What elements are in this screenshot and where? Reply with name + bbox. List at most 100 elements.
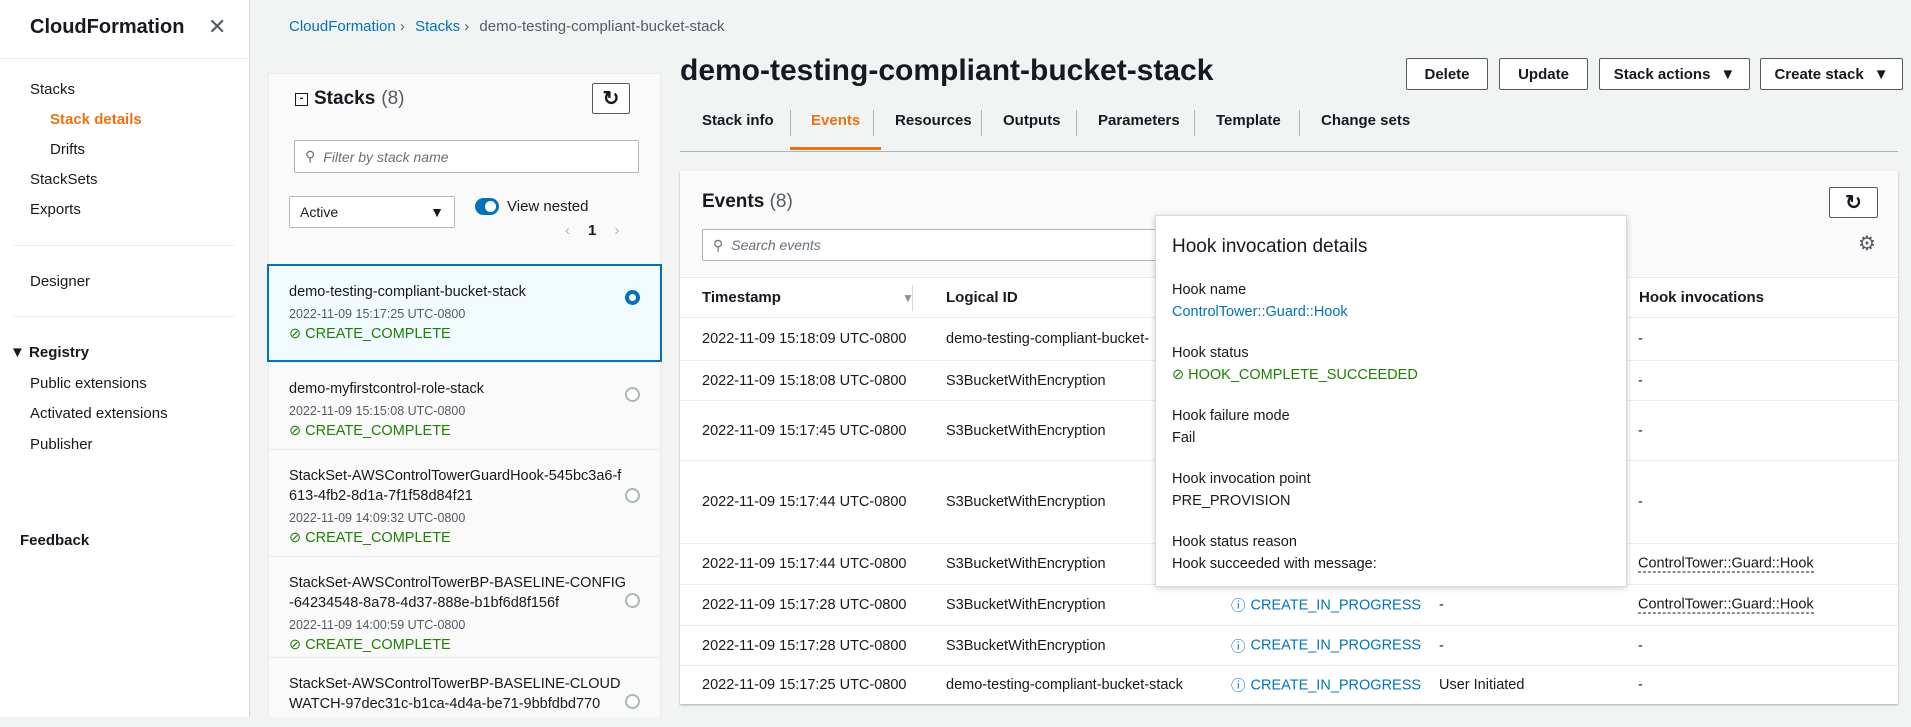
header-text: Timestamp	[702, 289, 781, 306]
refresh-icon: ↻	[602, 88, 620, 110]
refresh-stacks-button[interactable]: ↻	[592, 83, 630, 114]
stack-name: StackSet-AWSControlTowerBP-BASELINE-CONF…	[289, 575, 627, 611]
nav-title: CloudFormation	[30, 16, 185, 38]
event-timestamp: 2022-11-09 15:17:44 UTC-0800	[702, 556, 907, 572]
stack-radio[interactable]	[625, 290, 640, 305]
nav-stacks[interactable]: Stacks	[30, 81, 75, 98]
hook-invocation-popover: Hook invocation details Hook name Contro…	[1155, 215, 1627, 587]
status-text: CREATE_COMPLETE	[305, 637, 451, 653]
stack-list-item[interactable]: demo-testing-compliant-bucket-stack 2022…	[267, 264, 662, 362]
search-events-input[interactable]: ⚲ Search events	[702, 229, 1202, 261]
view-nested-toggle[interactable]: View nested	[475, 198, 588, 215]
event-logical-id: demo-testing-compliant-bucket-stack	[946, 677, 1183, 693]
tab-events[interactable]: Events	[790, 112, 882, 150]
tab-separator	[1076, 110, 1077, 136]
create-stack-button[interactable]: Create stack ▼	[1760, 58, 1903, 90]
divider	[14, 245, 234, 246]
current-page[interactable]: 1	[588, 222, 596, 239]
nav-drifts[interactable]: Drifts	[50, 141, 85, 158]
nav-public-extensions[interactable]: Public extensions	[30, 375, 147, 392]
prev-page-icon[interactable]: ‹	[565, 222, 570, 239]
breadcrumb-stacks[interactable]: Stacks	[415, 18, 460, 35]
info-icon: ⓘ	[1231, 598, 1246, 615]
nav-stacksets[interactable]: StackSets	[30, 171, 98, 188]
nav-stack-details[interactable]: Stack details	[50, 111, 142, 128]
column-separator	[912, 285, 913, 311]
stack-list-item[interactable]: StackSet-AWSControlTowerBP-BASELINE-CONF…	[269, 556, 660, 657]
breadcrumb: CloudFormation › Stacks › demo-testing-c…	[289, 18, 731, 35]
event-timestamp: 2022-11-09 15:17:28 UTC-0800	[702, 597, 907, 613]
hook-invocation-point-value: PRE_PROVISION	[1172, 493, 1291, 509]
caret-down-icon: ▼	[10, 344, 30, 361]
stack-name: demo-myfirstcontrol-role-stack	[289, 381, 484, 397]
nav-designer[interactable]: Designer	[30, 273, 90, 290]
hook-failure-mode-label: Hook failure mode	[1172, 408, 1290, 424]
tab-stack-info[interactable]: Stack info	[702, 112, 774, 147]
status-text: CREATE_IN_PROGRESS	[1250, 677, 1422, 693]
status-text: CREATE_COMPLETE	[305, 530, 451, 546]
check-circle-icon: ⊘	[1172, 367, 1185, 383]
status-filter-select[interactable]: Active ▼	[289, 196, 455, 228]
stack-name: StackSet-AWSControlTowerBP-BASELINE-CLOU…	[289, 676, 621, 712]
nav-registry[interactable]: ▼ Registry	[10, 344, 89, 361]
column-header-timestamp[interactable]: Timestamp ▼	[702, 289, 914, 306]
stack-list-item[interactable]: demo-myfirstcontrol-role-stack 2022-11-0…	[269, 362, 660, 449]
stack-actions-button[interactable]: Stack actions ▼	[1599, 58, 1750, 90]
stack-time: 2022-11-09 15:15:08 UTC-0800	[289, 404, 466, 418]
column-header-logical-id[interactable]: Logical ID	[946, 289, 1018, 306]
event-timestamp: 2022-11-09 15:17:44 UTC-0800	[702, 494, 907, 510]
delete-button[interactable]: Delete	[1406, 58, 1488, 90]
tab-change-sets[interactable]: Change sets	[1321, 112, 1410, 147]
tab-parameters[interactable]: Parameters	[1098, 112, 1180, 147]
tab-separator	[1194, 110, 1195, 136]
tab-outputs[interactable]: Outputs	[1003, 112, 1061, 147]
popover-title: Hook invocation details	[1172, 236, 1368, 257]
hook-name-link[interactable]: ControlTower::Guard::Hook	[1172, 304, 1610, 320]
stack-actions-label: Stack actions	[1613, 65, 1711, 83]
event-hook-invocations[interactable]: ControlTower::Guard::Hook	[1638, 597, 1814, 614]
stacks-count: (8)	[381, 88, 405, 109]
stacks-panel: - Stacks (8) ↻ ⚲ Filter by stack name Ac…	[267, 73, 662, 717]
filter-placeholder: Filter by stack name	[323, 148, 449, 165]
column-header-hook-invocations[interactable]: Hook invocations	[1639, 289, 1764, 306]
event-logical-id: S3BucketWithEncryption	[946, 556, 1106, 572]
stack-radio[interactable]	[625, 387, 640, 402]
caret-down-icon: ▼	[1873, 65, 1889, 83]
next-page-icon[interactable]: ›	[614, 222, 619, 239]
hook-name-label: Hook name	[1172, 282, 1247, 298]
tab-separator	[873, 110, 874, 136]
tab-template[interactable]: Template	[1216, 112, 1281, 147]
info-icon: ⓘ	[1231, 678, 1246, 695]
collapse-icon[interactable]: -	[295, 92, 308, 106]
event-status-reason: -	[1439, 637, 1444, 654]
hook-invocation-point-label: Hook invocation point	[1172, 471, 1311, 487]
nav-feedback[interactable]: Feedback	[20, 532, 89, 549]
stack-radio[interactable]	[625, 488, 640, 503]
pagination: ‹ 1 ›	[565, 222, 619, 239]
event-hook-invocations[interactable]: ControlTower::Guard::Hook	[1638, 556, 1814, 573]
refresh-icon: ↻	[1845, 192, 1862, 214]
side-navigation: CloudFormation ✕ Stacks Stack details Dr…	[0, 0, 250, 717]
toggle-switch[interactable]	[475, 198, 499, 215]
breadcrumb-cloudformation[interactable]: CloudFormation	[289, 18, 396, 35]
close-nav-icon[interactable]: ✕	[208, 14, 226, 40]
update-button[interactable]: Update	[1499, 58, 1588, 90]
status-filter-value: Active	[300, 204, 339, 220]
nav-publisher[interactable]: Publisher	[30, 436, 93, 453]
event-logical-id: S3BucketWithEncryption	[946, 597, 1106, 613]
refresh-events-button[interactable]: ↻	[1829, 187, 1878, 218]
nav-activated-extensions[interactable]: Activated extensions	[30, 405, 168, 422]
info-icon: ⓘ	[1231, 639, 1246, 655]
hook-status-text: HOOK_COMPLETE_SUCCEEDED	[1188, 367, 1418, 383]
nav-exports[interactable]: Exports	[30, 201, 81, 218]
tab-resources[interactable]: Resources	[895, 112, 972, 147]
stack-radio[interactable]	[625, 593, 640, 608]
filter-stacks-input[interactable]: ⚲ Filter by stack name	[294, 140, 639, 173]
event-status: ⓘ CREATE_IN_PROGRESS	[1231, 595, 1421, 616]
stack-radio[interactable]	[625, 694, 640, 709]
status-text: CREATE_COMPLETE	[305, 326, 451, 342]
stack-list-item[interactable]: StackSet-AWSControlTowerGuardHook-545bc3…	[269, 449, 660, 556]
settings-gear-icon[interactable]: ⚙	[1858, 231, 1876, 256]
caret-down-icon: ▼	[430, 204, 444, 220]
event-timestamp: 2022-11-09 15:17:25 UTC-0800	[702, 677, 907, 693]
